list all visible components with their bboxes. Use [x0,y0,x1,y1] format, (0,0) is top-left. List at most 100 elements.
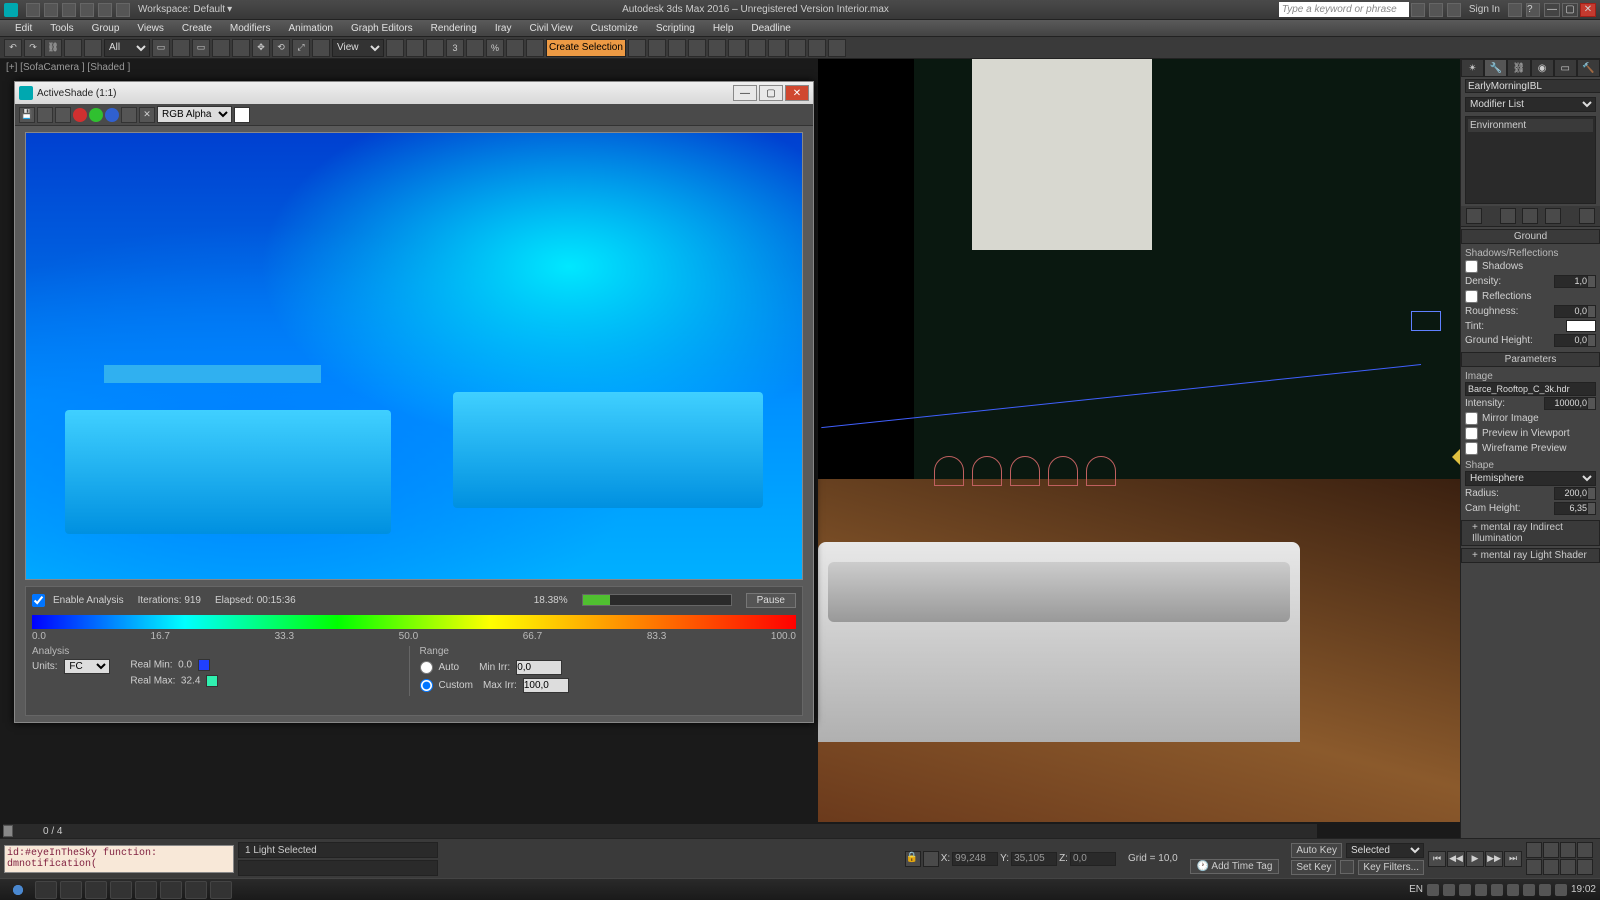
next-frame-button[interactable]: ▶▶ [1485,851,1503,867]
menu-tools[interactable]: Tools [41,23,82,34]
auto-key-button[interactable]: Auto Key [1291,843,1342,858]
taskbar-pin-8[interactable] [210,881,232,899]
taskbar-pin-1[interactable] [35,881,57,899]
ground-height-spinner[interactable]: 0,0 [1554,334,1596,347]
activeshade-render-view[interactable] [25,132,803,580]
community-icon[interactable] [1447,3,1461,17]
pin-stack-button[interactable] [1466,208,1482,224]
viewport-perspective[interactable] [818,59,1460,822]
render-frame-button[interactable] [788,39,806,57]
stack-item-environment[interactable]: Environment [1468,119,1593,132]
taskbar-pin-2[interactable] [60,881,82,899]
tint-swatch[interactable] [1566,320,1596,332]
rotate-button[interactable]: ⟲ [272,39,290,57]
tray-icon[interactable] [1475,884,1487,896]
add-time-tag-button[interactable]: 🕐 Add Time Tag [1190,859,1280,874]
mirror-button[interactable] [628,39,646,57]
signin-button[interactable]: Sign In [1469,4,1500,15]
parameters-rollout-header[interactable]: Parameters [1461,352,1600,367]
preview-viewport-checkbox[interactable]: Preview in Viewport [1465,426,1596,441]
tray-icon[interactable] [1427,884,1439,896]
camera-gizmo[interactable] [1411,311,1441,331]
menu-group[interactable]: Group [83,23,129,34]
scale-button[interactable]: ⤢ [292,39,310,57]
red-channel-button[interactable] [73,108,87,122]
intensity-spinner[interactable]: 10000,0 [1544,397,1596,410]
taskbar-pin-5[interactable] [135,881,157,899]
taskbar-pin-3[interactable] [85,881,107,899]
tray-icon[interactable] [1459,884,1471,896]
pause-button[interactable]: Pause [746,593,796,608]
x-coord-input[interactable] [952,852,998,866]
spinner-snap-button[interactable] [506,39,524,57]
taskbar-pin-7[interactable] [185,881,207,899]
save-image-button[interactable]: 💾 [19,107,35,123]
edit-named-sel-button[interactable] [526,39,544,57]
favorites-icon[interactable] [1429,3,1443,17]
utilities-tab[interactable]: 🔨 [1577,59,1600,77]
ground-rollout-header[interactable]: Ground [1461,229,1600,244]
taskbar-pin-6[interactable] [160,881,182,899]
selection-filter[interactable]: All [104,39,150,57]
keyboard-shortcut-button[interactable] [426,39,444,57]
ref-coord-system[interactable]: View [332,39,384,57]
window-crossing-button[interactable] [212,39,230,57]
menu-edit[interactable]: Edit [6,23,41,34]
activeshade-titlebar[interactable]: ActiveShade (1:1) — ▢ ✕ [15,82,813,104]
select-region-button[interactable]: ▭ [192,39,210,57]
menu-help[interactable]: Help [704,23,743,34]
open-icon[interactable] [44,3,58,17]
clock[interactable]: 19:02 [1571,884,1596,895]
density-spinner[interactable]: 1,0 [1554,275,1596,288]
material-editor-button[interactable] [748,39,766,57]
roughness-spinner[interactable]: 0,0 [1554,305,1596,318]
modify-tab[interactable]: 🔧 [1484,59,1507,77]
tray-icon[interactable] [1443,884,1455,896]
prev-frame-button[interactable]: ◀◀ [1447,851,1465,867]
modifier-list[interactable]: Modifier List [1465,97,1596,112]
help-search-input[interactable]: Type a keyword or phrase [1279,2,1409,17]
panel-expand-icon[interactable] [1452,449,1460,465]
redo-button[interactable]: ↷ [24,39,42,57]
save-icon[interactable] [62,3,76,17]
undo-icon[interactable] [80,3,94,17]
units-select[interactable]: FC [64,659,110,674]
remove-mod-button[interactable] [1545,208,1561,224]
named-selection-set[interactable]: Create Selection Se [546,39,626,57]
start-button[interactable] [4,881,32,899]
zoom-ext-button[interactable] [1560,842,1576,858]
copy-image-button[interactable] [37,107,53,123]
max-irr-input[interactable] [523,678,569,693]
exchange-icon[interactable] [1508,3,1522,17]
cam-height-spinner[interactable]: 6,35 [1554,502,1596,515]
bind-button[interactable] [84,39,102,57]
as-maximize-button[interactable]: ▢ [759,85,783,101]
clear-button[interactable]: ✕ [139,107,155,123]
display-tab[interactable]: ▭ [1554,59,1577,77]
range-custom-radio[interactable] [420,679,433,692]
tray-icon[interactable] [1523,884,1535,896]
play-button[interactable]: ▶ [1466,851,1484,867]
unlink-button[interactable] [64,39,82,57]
mr-indirect-rollout[interactable]: + mental ray Indirect Illumination [1461,520,1600,546]
select-button[interactable]: ▭ [152,39,170,57]
move-button[interactable]: ✥ [252,39,270,57]
hierarchy-tab[interactable]: ⛓ [1507,59,1530,77]
menu-create[interactable]: Create [173,23,221,34]
iray-button[interactable] [828,39,846,57]
snap-toggle-button[interactable]: 3 [446,39,464,57]
as-close-button[interactable]: ✕ [785,85,809,101]
goto-end-button[interactable]: ⏭ [1504,851,1522,867]
maxscript-listener[interactable]: id:#eyeInTheSky function: dmnotification… [4,845,234,873]
create-tab[interactable]: ✴ [1461,59,1484,77]
layers-button[interactable] [668,39,686,57]
lock-selection-icon[interactable]: 🔒 [905,851,921,867]
pivot-button[interactable] [386,39,404,57]
tray-volume-icon[interactable] [1555,884,1567,896]
menu-animation[interactable]: Animation [279,23,341,34]
modifier-stack[interactable]: Environment [1465,116,1596,204]
new-icon[interactable] [26,3,40,17]
min-irr-input[interactable] [516,660,562,675]
set-key-button[interactable]: Set Key [1291,860,1336,875]
project-icon[interactable] [116,3,130,17]
